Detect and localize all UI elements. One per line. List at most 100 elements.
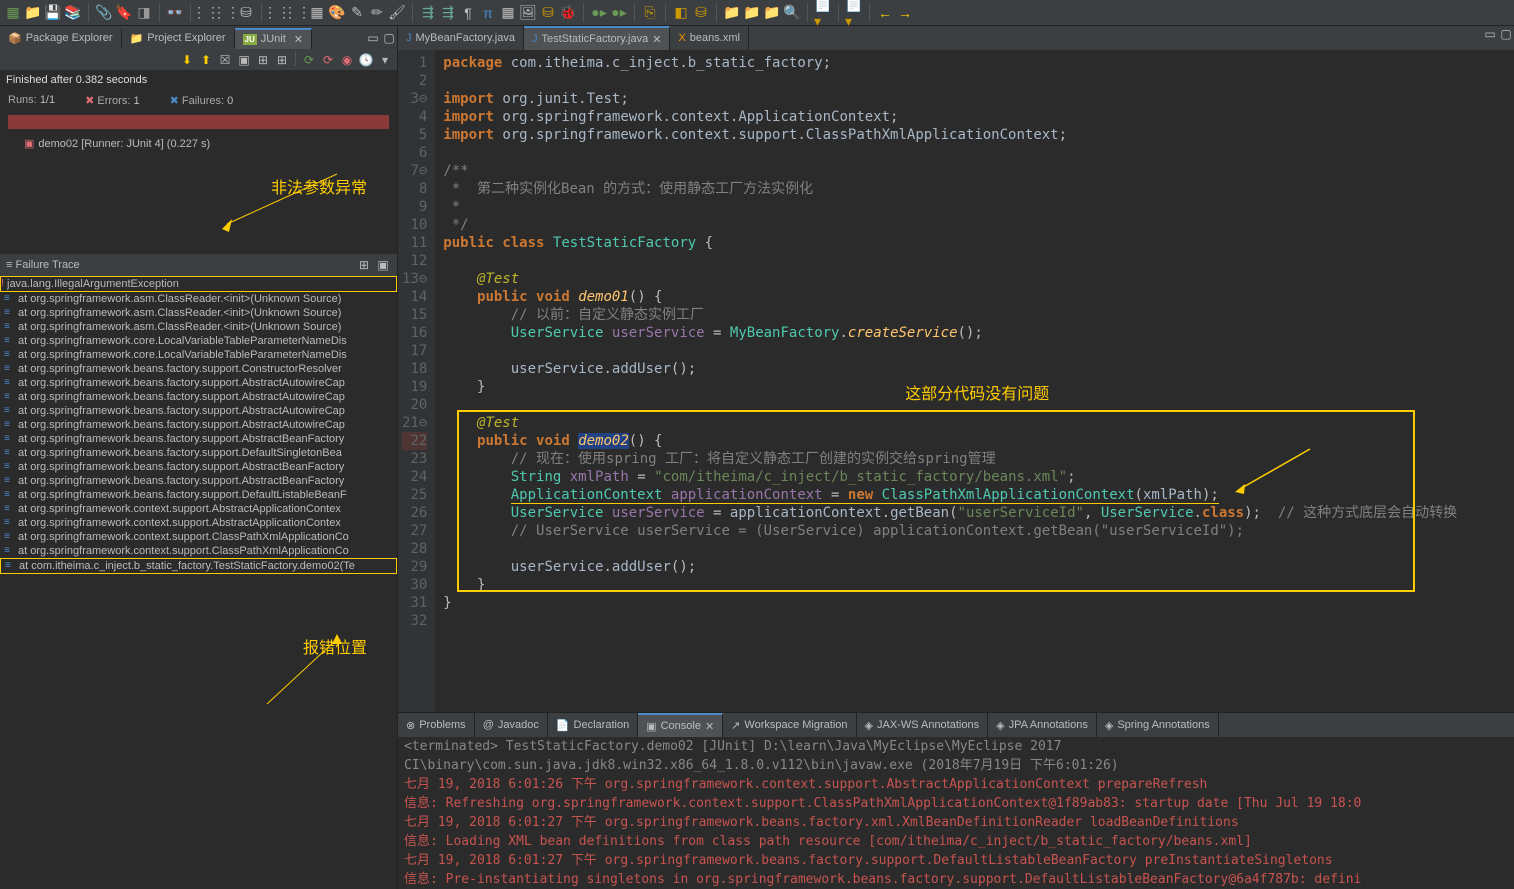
trace-line[interactable]: at org.springframework.beans.factory.sup… <box>0 446 397 460</box>
maximize-icon[interactable]: ▢ <box>1498 26 1514 42</box>
toolbar-icon[interactable]: 📄▾ <box>814 4 832 22</box>
icon[interactable]: ⊞ <box>255 52 271 68</box>
tab-console[interactable]: ▣Console ✕ <box>638 713 723 737</box>
tab-problems[interactable]: ⊗Problems <box>398 713 475 737</box>
toolbar-icon[interactable]: 📁 <box>723 4 741 22</box>
trace-line[interactable]: at org.springframework.asm.ClassReader.<… <box>0 320 397 334</box>
toolbar-icon[interactable]: π <box>479 4 497 22</box>
toolbar-icon[interactable]: 🐞 <box>559 4 577 22</box>
rerun-failed-icon[interactable]: ⟳ <box>320 52 336 68</box>
editor-tab[interactable]: JMyBeanFactory.java <box>398 26 524 50</box>
finish-message: Finished after 0.382 seconds <box>0 70 397 90</box>
toolbar-icon[interactable]: ▦ <box>4 4 22 22</box>
toolbar-icon[interactable]: 👓 <box>166 4 184 22</box>
forward-icon[interactable]: → <box>896 4 914 22</box>
toolbar-icon[interactable]: ⋮⋮ <box>288 4 306 22</box>
trace-line[interactable]: at org.springframework.context.support.C… <box>0 530 397 544</box>
console-line: 信息: Pre-instantiating singletons in org.… <box>404 868 1508 887</box>
toolbar-icon[interactable]: 💾 <box>44 4 62 22</box>
trace-line[interactable]: at org.springframework.core.LocalVariabl… <box>0 348 397 362</box>
toolbar-icon[interactable]: ⇶ <box>439 4 457 22</box>
minimize-icon[interactable]: ▭ <box>365 30 381 46</box>
trace-line[interactable]: at org.springframework.asm.ClassReader.<… <box>0 306 397 320</box>
run-icon[interactable]: ●▸ <box>590 4 608 22</box>
toolbar-icon[interactable]: 📚 <box>64 4 82 22</box>
toolbar-icon[interactable]: ⛁ <box>692 4 710 22</box>
editor-tab-active[interactable]: JTestStaticFactory.java ✕ <box>524 26 671 50</box>
toolbar-icon[interactable]: 📁 <box>743 4 761 22</box>
trace-line[interactable]: at org.springframework.beans.factory.sup… <box>0 432 397 446</box>
stack-trace: java.lang.IllegalArgumentException at or… <box>0 276 397 889</box>
trace-line[interactable]: at org.springframework.beans.factory.sup… <box>0 418 397 432</box>
toolbar-icon[interactable]: ▦ <box>499 4 517 22</box>
console-line: 信息: Refreshing org.springframework.conte… <box>404 792 1508 811</box>
back-icon[interactable]: ← <box>876 4 894 22</box>
trace-line[interactable]: at org.springframework.beans.factory.sup… <box>0 376 397 390</box>
icon[interactable]: ⊞ <box>274 52 290 68</box>
toolbar-icon[interactable]: ⛁ <box>237 4 255 22</box>
toolbar-icon[interactable]: ¶ <box>459 4 477 22</box>
maximize-icon[interactable]: ▢ <box>381 30 397 46</box>
console-line: 七月 19, 2018 6:01:27 下午 org.springframewo… <box>404 849 1508 868</box>
tab-junit[interactable]: JUJUnit✕ <box>235 28 313 49</box>
trace-line[interactable]: at org.springframework.context.support.A… <box>0 516 397 530</box>
toolbar-icon[interactable]: ✏ <box>368 4 386 22</box>
toolbar-icon[interactable]: ⛁ <box>539 4 557 22</box>
console-output[interactable]: <terminated> TestStaticFactory.demo02 [J… <box>398 737 1514 889</box>
history-icon[interactable]: 🕓 <box>358 52 374 68</box>
filter-icon[interactable]: ⊞ <box>356 257 372 273</box>
code-editor[interactable]: 123⊖4567⊖8910111213⊖1415161718192021⊖222… <box>398 50 1514 712</box>
trace-line[interactable]: at org.springframework.context.support.A… <box>0 502 397 516</box>
tab-workspace-migration[interactable]: ↗Workspace Migration <box>723 713 856 737</box>
code-content[interactable]: package com.itheima.c_inject.b_static_fa… <box>435 50 1514 712</box>
main-toolbar: ▦ 📁 💾 📚 📎 🔖 ◨ 👓 ⋮⋮ ⋮⋮ ⛁ ⋮⋮ ⋮⋮ ▦ 🎨 ✎ ✏ 🖌 … <box>0 0 1514 26</box>
toolbar-icon[interactable]: 🎨 <box>328 4 346 22</box>
icon[interactable]: ▣ <box>375 257 391 273</box>
toolbar-icon[interactable]: ✎ <box>348 4 366 22</box>
trace-line[interactable]: at org.springframework.beans.factory.sup… <box>0 362 397 376</box>
toolbar-icon[interactable]: ⇶ <box>419 4 437 22</box>
trace-line-own[interactable]: at com.itheima.c_inject.b_static_factory… <box>0 558 397 574</box>
trace-line[interactable]: at org.springframework.beans.factory.sup… <box>0 488 397 502</box>
prev-fail-icon[interactable]: ⬆ <box>198 52 214 68</box>
toolbar-icon[interactable]: 🔖 <box>115 4 133 22</box>
editor-tab[interactable]: Xbeans.xml <box>670 26 748 50</box>
tab-jpa[interactable]: ◈JPA Annotations <box>988 713 1097 737</box>
editor-tabs: JMyBeanFactory.java JTestStaticFactory.j… <box>398 26 1514 50</box>
debug-icon[interactable]: ●▸ <box>610 4 628 22</box>
trace-line[interactable]: at org.springframework.core.LocalVariabl… <box>0 334 397 348</box>
toolbar-icon[interactable]: 📎 <box>95 4 113 22</box>
trace-line[interactable]: at org.springframework.beans.factory.sup… <box>0 404 397 418</box>
toolbar-icon[interactable]: ⎘ <box>641 4 659 22</box>
minimize-icon[interactable]: ▭ <box>1482 26 1498 42</box>
tab-project-explorer[interactable]: 📁Project Explorer <box>122 29 235 48</box>
trace-line[interactable]: at org.springframework.beans.factory.sup… <box>0 390 397 404</box>
menu-icon[interactable]: ▾ <box>377 52 393 68</box>
toolbar-icon[interactable]: ◨ <box>135 4 153 22</box>
toolbar-icon[interactable]: 📁 <box>24 4 42 22</box>
exception-line[interactable]: java.lang.IllegalArgumentException <box>0 276 397 292</box>
trace-line[interactable]: at org.springframework.beans.factory.sup… <box>0 460 397 474</box>
trace-line[interactable]: at org.springframework.asm.ClassReader.<… <box>0 292 397 306</box>
tab-jaxws[interactable]: ◈JAX-WS Annotations <box>857 713 989 737</box>
tab-spring[interactable]: ◈Spring Annotations <box>1097 713 1219 737</box>
toolbar-icon[interactable]: 📄▾ <box>845 4 863 22</box>
rerun-tests-icon[interactable]: ⟳ <box>301 52 317 68</box>
next-fail-icon[interactable]: ⬇ <box>179 52 195 68</box>
tab-package-explorer[interactable]: 📦Package Explorer <box>0 29 122 48</box>
test-result-item[interactable]: ▣ demo02 [Runner: JUnit 4] (0.227 s) <box>0 133 397 154</box>
rerun-icon[interactable]: ☒ <box>217 52 233 68</box>
toolbar-icon[interactable]: ◧ <box>672 4 690 22</box>
toolbar-icon[interactable]: 📁 <box>763 4 781 22</box>
search-icon[interactable]: 🔍 <box>783 4 801 22</box>
toolbar-icon[interactable]: ⋮⋮ <box>217 4 235 22</box>
toolbar-icon[interactable]: 🖌 <box>388 4 406 22</box>
tab-declaration[interactable]: 📄Declaration <box>548 713 638 737</box>
toolbar-icon[interactable]: 🖼 <box>519 4 537 22</box>
stop-icon[interactable]: ◉ <box>339 52 355 68</box>
tab-javadoc[interactable]: @Javadoc <box>475 713 548 737</box>
icon[interactable]: ▣ <box>236 52 252 68</box>
trace-line[interactable]: at org.springframework.beans.factory.sup… <box>0 474 397 488</box>
trace-line[interactable]: at org.springframework.context.support.C… <box>0 544 397 558</box>
toolbar-icon[interactable]: ▦ <box>308 4 326 22</box>
